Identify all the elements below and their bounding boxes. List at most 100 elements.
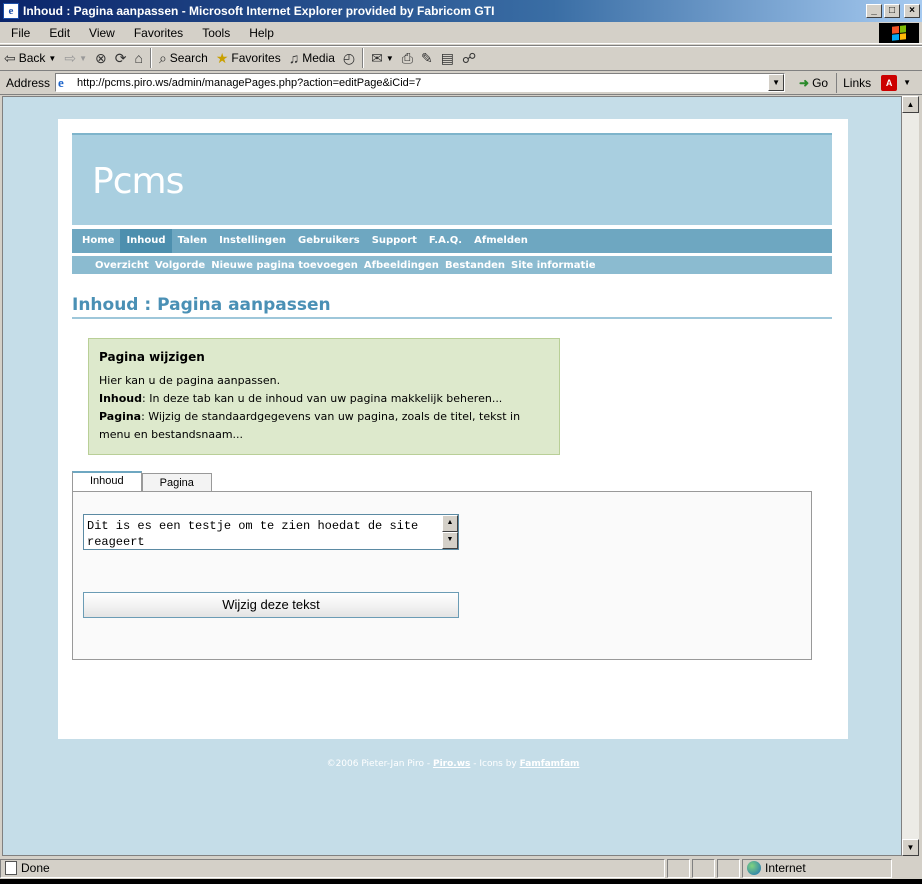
internet-globe-icon bbox=[747, 861, 761, 875]
page-done-icon bbox=[5, 861, 17, 875]
refresh-button[interactable]: ⟳ bbox=[111, 47, 131, 69]
pdf-icon[interactable]: A bbox=[881, 74, 898, 91]
menu-tools[interactable]: Tools bbox=[191, 26, 238, 40]
back-label: Back bbox=[18, 51, 46, 65]
history-button[interactable]: ◴ bbox=[339, 47, 359, 69]
status-text: Done bbox=[21, 861, 50, 875]
page-scroll-down-icon[interactable]: ▼ bbox=[902, 839, 919, 856]
stop-icon: ⊗ bbox=[95, 49, 107, 66]
back-arrow-icon: ⇦ bbox=[4, 49, 16, 66]
content-textarea-value[interactable]: Dit is es een testje om te zien hoedat d… bbox=[87, 518, 440, 550]
tab-strip: Inhoud Pagina bbox=[72, 471, 212, 492]
print-icon: ⎙ bbox=[401, 49, 413, 66]
menu-bar: File Edit View Favorites Tools Help bbox=[0, 22, 922, 44]
print-button[interactable]: ⎙ bbox=[398, 47, 417, 69]
subnav-item-overzicht[interactable]: Overzicht bbox=[92, 260, 152, 271]
subnav-item-volgorde[interactable]: Volgorde bbox=[152, 260, 208, 271]
menu-edit[interactable]: Edit bbox=[38, 26, 78, 40]
home-button[interactable]: ⌂ bbox=[130, 47, 146, 69]
address-input[interactable]: e http://pcms.piro.ws/admin/managePages.… bbox=[55, 73, 786, 92]
address-dropdown-icon[interactable]: ▼ bbox=[768, 74, 785, 91]
info-box: Pagina wijzigen Hier kan u de pagina aan… bbox=[88, 338, 560, 455]
footer-link-famfamfam[interactable]: Famfamfam bbox=[520, 759, 580, 769]
nav-item-inhoud[interactable]: Inhoud bbox=[120, 229, 172, 253]
links-button[interactable]: Links bbox=[836, 72, 877, 93]
nav-item-home[interactable]: Home bbox=[76, 229, 120, 253]
window-title: Inhoud : Pagina aanpassen - Microsoft In… bbox=[23, 4, 495, 18]
maximize-button[interactable]: □ bbox=[884, 4, 900, 18]
discuss-button[interactable]: ▤ bbox=[437, 47, 458, 69]
footer-icons-by: - Icons by bbox=[470, 759, 520, 769]
media-label: Media bbox=[302, 51, 335, 65]
forward-button[interactable]: ⇨ ▼ bbox=[60, 47, 91, 69]
favorites-button[interactable]: ★ Favorites bbox=[212, 47, 285, 69]
go-button[interactable]: ➜ Go bbox=[785, 76, 836, 90]
site-logo[interactable]: Pcms bbox=[92, 161, 184, 202]
mail-icon: ✉ bbox=[371, 49, 383, 66]
links-dropdown-icon[interactable]: ▼ bbox=[903, 78, 911, 87]
page-container: Pcms Home Inhoud Talen Instellingen Gebr… bbox=[58, 119, 848, 739]
subnav-item-afbeeldingen[interactable]: Afbeeldingen bbox=[361, 260, 442, 271]
stop-button[interactable]: ⊗ bbox=[91, 47, 111, 69]
toolbar-separator bbox=[149, 48, 152, 68]
nav-item-support[interactable]: Support bbox=[366, 229, 423, 253]
windows-logo-icon bbox=[879, 23, 919, 43]
tab-panel-inhoud: Dit is es een testje om te zien hoedat d… bbox=[72, 491, 812, 660]
subnav-item-site-informatie[interactable]: Site informatie bbox=[508, 260, 599, 271]
main-nav: Home Inhoud Talen Instellingen Gebruiker… bbox=[72, 229, 832, 253]
sub-nav: Overzicht Volgorde Nieuwe pagina toevoeg… bbox=[72, 256, 832, 274]
tab-inhoud[interactable]: Inhoud bbox=[72, 471, 142, 492]
back-button[interactable]: ⇦ Back ▼ bbox=[0, 47, 60, 69]
toolbar-separator bbox=[362, 48, 365, 68]
edit-button[interactable]: ✎ bbox=[417, 47, 437, 69]
footer-copyright: ©2006 Pieter-Jan Piro - bbox=[326, 759, 433, 769]
close-button[interactable]: × bbox=[904, 4, 920, 18]
scroll-up-icon[interactable]: ▲ bbox=[442, 515, 458, 532]
submit-button[interactable]: Wijzig deze tekst bbox=[83, 592, 459, 618]
subnav-item-nieuwe-pagina[interactable]: Nieuwe pagina toevoegen bbox=[208, 260, 361, 271]
history-icon: ◴ bbox=[342, 49, 356, 66]
go-arrow-icon: ➜ bbox=[799, 75, 810, 90]
search-button[interactable]: ⌕ Search bbox=[155, 47, 212, 69]
forward-dropdown-icon[interactable]: ▼ bbox=[79, 54, 87, 63]
nav-item-afmelden[interactable]: Afmelden bbox=[468, 229, 534, 253]
media-button[interactable]: ♫ Media bbox=[285, 47, 339, 69]
minimize-button[interactable]: _ bbox=[866, 4, 882, 18]
content-textarea[interactable]: Dit is es een testje om te zien hoedat d… bbox=[83, 514, 459, 550]
title-bar: e Inhoud : Pagina aanpassen - Microsoft … bbox=[0, 0, 922, 22]
home-icon: ⌂ bbox=[134, 50, 143, 66]
menu-help[interactable]: Help bbox=[238, 26, 282, 40]
tab-pagina[interactable]: Pagina bbox=[141, 473, 212, 491]
info-line-inhoud: Inhoud: In deze tab kan u de inhoud van … bbox=[99, 390, 549, 408]
messenger-icon: ☍ bbox=[461, 49, 477, 66]
page-scroll-up-icon[interactable]: ▲ bbox=[902, 96, 919, 113]
subnav-item-bestanden[interactable]: Bestanden bbox=[442, 260, 508, 271]
info-desc-inhoud: : In deze tab kan u de inhoud van uw pag… bbox=[142, 392, 503, 405]
menu-view[interactable]: View bbox=[78, 26, 123, 40]
menu-file[interactable]: File bbox=[0, 26, 38, 40]
scroll-down-icon[interactable]: ▼ bbox=[442, 532, 458, 549]
discuss-icon: ▤ bbox=[440, 49, 454, 66]
nav-item-faq[interactable]: F.A.Q. bbox=[423, 229, 468, 253]
page-ie-icon: e bbox=[58, 74, 64, 90]
forward-arrow-icon: ⇨ bbox=[64, 49, 77, 66]
refresh-icon: ⟳ bbox=[114, 49, 127, 66]
nav-item-talen[interactable]: Talen bbox=[172, 229, 214, 253]
nav-item-gebruikers[interactable]: Gebruikers bbox=[292, 229, 366, 253]
standard-toolbar: ⇦ Back ▼ ⇨ ▼ ⊗ ⟳ ⌂ ⌕ Search ★ Favorites … bbox=[0, 45, 922, 71]
back-dropdown-icon[interactable]: ▼ bbox=[48, 54, 56, 63]
address-label: Address bbox=[6, 75, 51, 90]
textarea-scrollbar[interactable]: ▲ ▼ bbox=[442, 515, 458, 549]
footer-link-piro[interactable]: Piro.ws bbox=[433, 759, 470, 769]
status-main: Done bbox=[0, 858, 665, 878]
messenger-button[interactable]: ☍ bbox=[458, 47, 480, 69]
menu-favorites[interactable]: Favorites bbox=[123, 26, 191, 40]
address-url[interactable]: http://pcms.piro.ws/admin/managePages.ph… bbox=[77, 77, 421, 89]
search-label: Search bbox=[169, 51, 208, 65]
info-box-title: Pagina wijzigen bbox=[99, 350, 205, 364]
favorites-label: Favorites bbox=[231, 51, 281, 65]
mail-button[interactable]: ✉ ▼ bbox=[367, 47, 398, 69]
nav-item-instellingen[interactable]: Instellingen bbox=[213, 229, 292, 253]
page-scrollbar[interactable]: ▲ ▼ bbox=[902, 96, 919, 856]
window-controls: _ □ × bbox=[866, 4, 920, 18]
